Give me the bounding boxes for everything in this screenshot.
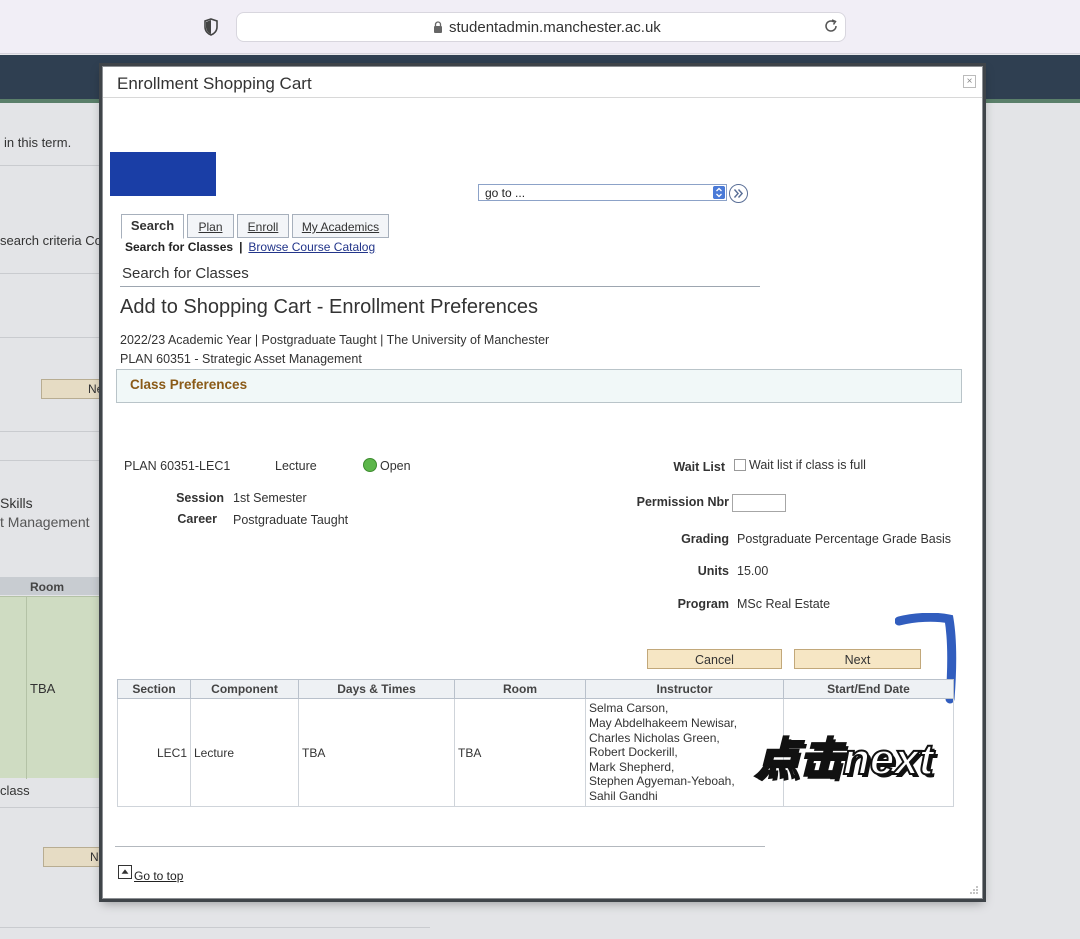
tab-enroll-label: Enroll [247,220,279,234]
reload-icon[interactable] [823,18,839,34]
waitlist-checkbox[interactable] [734,459,746,471]
instructor-name: Sahil Gandhi [589,788,658,803]
browse-course-catalog-link[interactable]: Browse Course Catalog [248,240,375,254]
close-icon[interactable]: × [963,75,976,88]
subnav-separator: | [239,240,243,254]
header-section: Section [117,679,191,699]
shield-icon[interactable] [203,18,219,36]
status-text: Open [380,459,411,473]
modal-title: Enrollment Shopping Cart [117,74,312,93]
cell-instructor: Selma Carson, May Abdelhakeem Newisar, C… [585,698,784,807]
background-next-button-2[interactable]: Ne [43,847,107,867]
subnav-current: Search for Classes [125,240,234,254]
background-text-term: in this term. [4,135,72,150]
career-label: Career [177,512,217,526]
instructor-name: Charles Nicholas Green, [589,730,720,745]
resize-handle-icon[interactable] [969,885,979,895]
program-label: Program [677,597,729,611]
background-table-row: TBA [0,596,104,779]
grading-value: Postgraduate Percentage Grade Basis [737,532,952,546]
header-room: Room [454,679,586,699]
waitlist-checkbox-label: Wait list if class is full [749,458,866,472]
lock-icon [434,21,442,33]
cell-section: LEC1 [117,698,191,807]
term-info: 2022/23 Academic Year | Postgraduate Tau… [120,333,550,347]
cancel-button[interactable]: Cancel [647,649,782,669]
double-chevron-right-icon[interactable] [729,184,748,203]
page-title: Add to Shopping Cart - Enrollment Prefer… [120,296,538,318]
permission-number-input[interactable] [732,494,786,512]
background-divider [0,337,104,338]
cell-room: TBA [454,698,586,807]
class-type: Lecture [275,459,317,473]
header-instructor: Instructor [585,679,784,699]
instructor-name: May Abdelhakeem Newisar, [589,716,738,731]
section-divider [120,286,760,287]
session-value: 1st Semester [233,491,307,505]
browser-toolbar: studentadmin.manchester.ac.uk [0,0,1080,54]
instructor-name: Stephen Agyeman-Yeboah, [589,774,735,789]
tab-my-academics-label: My Academics [301,220,380,234]
background-text-search: search criteria Cou [0,233,110,248]
background-next-button[interactable]: Ne [41,379,105,399]
table-header-row: Section Component Days & Times Room Inst… [117,679,954,699]
background-text-management: t Management [0,514,90,530]
cell-component: Lecture [190,698,299,807]
header-days-times: Days & Times [298,679,455,699]
background-room-header: Room [30,580,64,594]
header-start-end-date: Start/End Date [783,679,954,699]
goto-select-value: go to ... [485,186,526,200]
background-text-skills: Skills [0,495,33,511]
address-bar[interactable]: studentadmin.manchester.ac.uk [236,12,846,42]
session-label: Session [176,491,224,505]
background-divider [0,431,104,432]
section-heading: Search for Classes [122,265,249,282]
bottom-divider [115,846,765,847]
goto-select[interactable]: go to ... [478,184,727,201]
class-preferences-header: Class Preferences [116,369,962,403]
modal-title-divider [103,97,982,98]
instructor-name: Selma Carson, [589,701,669,716]
grading-label: Grading [681,532,729,546]
header-component: Component [190,679,299,699]
subnav: Search for Classes | Browse Course Catalog [125,240,375,254]
units-label: Units [697,564,729,578]
background-divider [0,273,104,274]
career-value: Postgraduate Taught [233,513,349,527]
class-id: PLAN 60351-LEC1 [124,459,231,473]
cell-days-times: TBA [298,698,455,807]
background-table-header: Room [0,577,104,595]
go-to-top-link[interactable]: Go to top [134,869,183,883]
instructor-name: Mark Shepherd, [589,759,675,774]
permission-label: Permission Nbr [636,495,729,509]
tab-search[interactable]: Search [121,214,184,239]
background-room-value: TBA [30,681,56,696]
waitlist-label: Wait List [673,460,725,474]
open-status-icon [363,458,377,472]
dropdown-arrows-icon [713,186,725,199]
tab-my-academics[interactable]: My Academics [292,214,389,238]
program-value: MSc Real Estate [737,597,831,611]
units-value: 15.00 [737,564,769,578]
background-divider [0,807,104,808]
enrollment-modal: Enrollment Shopping Cart × go to ... Sea… [102,66,983,899]
background-text-class: class [0,783,30,798]
background-divider [0,165,104,166]
annotation-click-next: 点击next [754,734,934,785]
instructor-name: Robert Dockerill, [589,745,678,760]
go-to-top-icon[interactable] [118,865,132,879]
class-preferences-title: Class Preferences [130,377,248,392]
background-divider [0,927,430,928]
tab-plan[interactable]: Plan [187,214,234,238]
url-text: studentadmin.manchester.ac.uk [449,19,661,36]
plan-info: PLAN 60351 - Strategic Asset Management [120,352,362,366]
redaction-block [110,152,216,196]
background-divider [0,460,104,461]
tab-plan-label: Plan [198,220,223,234]
tab-enroll[interactable]: Enroll [237,214,289,238]
background-table-divider [26,597,27,779]
